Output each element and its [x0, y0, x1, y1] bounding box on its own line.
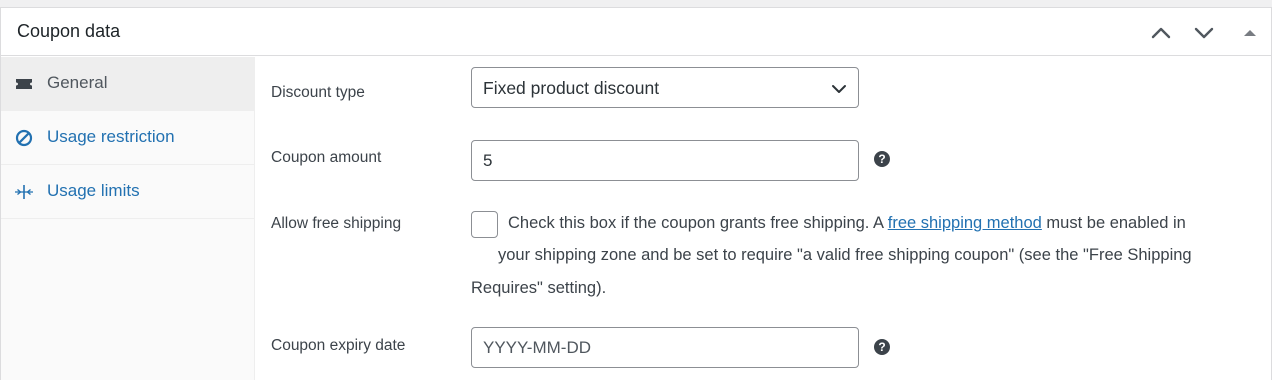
free-shipping-description-line1: Check this box if the coupon grants free…	[508, 214, 1186, 233]
discount-type-value: Fixed product discount	[483, 78, 660, 98]
chevron-up-icon	[1151, 27, 1171, 39]
coupon-tabs-sidebar: General Usage restriction Usage limits	[1, 57, 255, 380]
limits-icon	[14, 183, 34, 201]
top-edge-strip	[0, 0, 1272, 8]
tab-label: Usage restriction	[47, 127, 175, 146]
move-up-button[interactable]	[1148, 20, 1174, 46]
caret-up-icon	[1244, 30, 1256, 36]
tab-label: General	[47, 73, 108, 92]
description-text: Check this box if the coupon grants free…	[508, 214, 888, 232]
description-text: must be enabled in	[1041, 214, 1186, 232]
tab-label: Usage limits	[47, 181, 140, 200]
coupon-data-panel: Coupon data General Usage restriction Us…	[0, 8, 1272, 380]
expiry-date-help-icon[interactable]: ?	[874, 339, 890, 355]
move-down-button[interactable]	[1191, 20, 1217, 46]
coupon-amount-label: Coupon amount	[271, 149, 382, 166]
panel-header: Coupon data	[1, 8, 1271, 56]
coupon-amount-input[interactable]	[471, 140, 859, 181]
chevron-down-icon	[1194, 27, 1214, 39]
free-shipping-label: Allow free shipping	[271, 215, 402, 232]
discount-type-label: Discount type	[271, 84, 365, 101]
tab-usage-limits[interactable]: Usage limits	[1, 165, 255, 219]
tab-general[interactable]: General	[1, 57, 255, 111]
toggle-panel-button[interactable]	[1237, 20, 1263, 46]
free-shipping-description-line3: Requires" setting).	[471, 279, 607, 297]
expiry-date-input[interactable]	[471, 327, 859, 368]
expiry-date-label: Coupon expiry date	[271, 337, 406, 354]
free-shipping-method-link[interactable]: free shipping method	[888, 214, 1042, 232]
tab-usage-restriction[interactable]: Usage restriction	[1, 111, 255, 165]
no-entry-icon	[14, 129, 34, 147]
coupon-amount-help-icon[interactable]: ?	[874, 151, 890, 167]
discount-type-select[interactable]: Fixed product discount	[471, 67, 859, 108]
panel-title: Coupon data	[17, 21, 121, 41]
chevron-down-icon	[832, 85, 846, 93]
free-shipping-description-line2: your shipping zone and be set to require…	[498, 246, 1192, 264]
free-shipping-checkbox[interactable]	[471, 211, 498, 238]
ticket-icon	[14, 75, 34, 93]
